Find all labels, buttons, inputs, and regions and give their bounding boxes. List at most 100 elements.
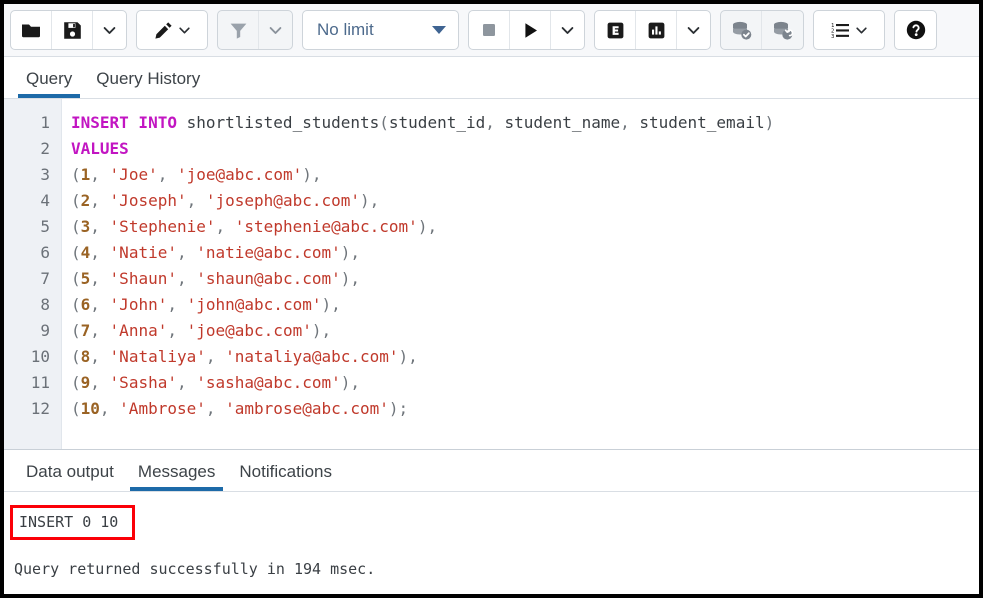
code-token-str: 'John' bbox=[110, 295, 168, 314]
code-token-str: 'Natie' bbox=[110, 243, 177, 262]
list-ordered-icon: 1 2 3 bbox=[830, 20, 851, 41]
code-token-pun: ), bbox=[341, 243, 360, 262]
code-token-pun: ( bbox=[71, 191, 81, 210]
code-line: (4, 'Natie', 'natie@abc.com'), bbox=[71, 240, 979, 266]
folder-icon bbox=[20, 19, 42, 41]
play-triangle-icon bbox=[520, 20, 541, 41]
code-token-str: 'Joseph' bbox=[110, 191, 187, 210]
code-token-str: 'Sasha' bbox=[110, 373, 177, 392]
chevron-down-icon bbox=[854, 23, 869, 38]
code-token-pun: , bbox=[90, 165, 109, 184]
code-token-pun: , bbox=[100, 399, 119, 418]
code-token-pun: , bbox=[90, 373, 109, 392]
filter-options-dropdown[interactable] bbox=[259, 11, 292, 49]
code-token-kw: INSERT INTO bbox=[71, 113, 177, 132]
code-token-pun: , bbox=[90, 347, 109, 366]
line-number: 9 bbox=[4, 318, 61, 344]
question-circle-icon bbox=[905, 19, 927, 41]
code-token-pun: , bbox=[90, 191, 109, 210]
explain-analyze-button[interactable] bbox=[636, 11, 677, 49]
code-token-num: 5 bbox=[81, 269, 91, 288]
code-token-str: 'natie@abc.com' bbox=[196, 243, 341, 262]
query-toolbar: No limit bbox=[4, 4, 979, 57]
commit-button[interactable] bbox=[721, 11, 762, 49]
code-token-pun: ); bbox=[389, 399, 408, 418]
query-panel-tabs: Query Query History bbox=[4, 57, 979, 99]
tab-data-output[interactable]: Data output bbox=[14, 462, 126, 491]
code-token-pun: ), bbox=[312, 321, 331, 340]
row-limit-select[interactable]: No limit bbox=[303, 11, 458, 49]
code-token-str: 'stephenie@abc.com' bbox=[235, 217, 418, 236]
code-token-str: 'joseph@abc.com' bbox=[206, 191, 360, 210]
tab-notifications[interactable]: Notifications bbox=[227, 462, 344, 491]
code-token-pun: , bbox=[177, 373, 196, 392]
code-token-str: 'ambrose@abc.com' bbox=[225, 399, 389, 418]
tab-messages[interactable]: Messages bbox=[126, 462, 227, 491]
funnel-icon bbox=[228, 20, 249, 41]
code-token-num: 1 bbox=[81, 165, 91, 184]
code-token-num: 2 bbox=[81, 191, 91, 210]
chevron-down-icon bbox=[559, 22, 576, 39]
explain-options-dropdown[interactable] bbox=[677, 11, 710, 49]
code-token-pun: ), bbox=[341, 373, 360, 392]
code-token-pun: ) bbox=[765, 113, 775, 132]
triangle-down-icon bbox=[432, 26, 446, 34]
help-button[interactable] bbox=[895, 11, 936, 49]
code-token-pun: ( bbox=[71, 347, 81, 366]
code-token-pun: , bbox=[90, 243, 109, 262]
sql-code-area[interactable]: INSERT INTO shortlisted_students(student… bbox=[62, 99, 979, 449]
svg-text:3: 3 bbox=[831, 34, 834, 40]
chevron-down-icon bbox=[685, 22, 702, 39]
code-token-num: 6 bbox=[81, 295, 91, 314]
code-token-pun: ( bbox=[71, 269, 81, 288]
code-token-pun: ( bbox=[71, 321, 81, 340]
code-token-str: 'joe@abc.com' bbox=[177, 165, 302, 184]
execute-query-button[interactable] bbox=[510, 11, 551, 49]
rollback-button[interactable] bbox=[762, 11, 803, 49]
code-token-pun: ( bbox=[71, 165, 81, 184]
code-token-pun: ( bbox=[71, 217, 81, 236]
chevron-down-icon bbox=[177, 23, 192, 38]
line-number: 2 bbox=[4, 136, 61, 162]
code-token-str: 'Ambrose' bbox=[119, 399, 206, 418]
stop-square-icon bbox=[479, 20, 499, 40]
code-token-str: 'shaun@abc.com' bbox=[196, 269, 341, 288]
code-token-str: 'john@abc.com' bbox=[187, 295, 322, 314]
code-line: (1, 'Joe', 'joe@abc.com'), bbox=[71, 162, 979, 188]
code-token-str: 'sasha@abc.com' bbox=[196, 373, 341, 392]
code-token-pun: ), bbox=[321, 295, 340, 314]
code-token-pun: ), bbox=[302, 165, 321, 184]
tab-query[interactable]: Query bbox=[14, 69, 84, 98]
stop-query-button[interactable] bbox=[469, 11, 510, 49]
explain-button[interactable] bbox=[595, 11, 636, 49]
floppy-disk-icon bbox=[62, 20, 83, 41]
row-limit-group: No limit bbox=[302, 10, 459, 50]
execute-options-dropdown[interactable] bbox=[551, 11, 584, 49]
tab-query-history-label: Query History bbox=[96, 69, 200, 88]
macros-button[interactable]: 1 2 3 bbox=[814, 11, 884, 49]
code-line: (2, 'Joseph', 'joseph@abc.com'), bbox=[71, 188, 979, 214]
tab-notifications-label: Notifications bbox=[239, 462, 332, 481]
code-token-pun: ), bbox=[341, 269, 360, 288]
line-number: 6 bbox=[4, 240, 61, 266]
save-options-dropdown[interactable] bbox=[93, 11, 126, 49]
code-token-pun: , bbox=[167, 295, 186, 314]
code-line: (5, 'Shaun', 'shaun@abc.com'), bbox=[71, 266, 979, 292]
tab-messages-label: Messages bbox=[138, 462, 215, 481]
code-token-pun: ( bbox=[71, 373, 81, 392]
code-token-str: 'nataliya@abc.com' bbox=[225, 347, 398, 366]
code-token-pun: ( bbox=[71, 399, 81, 418]
filter-button[interactable] bbox=[218, 11, 259, 49]
code-token-pun: , bbox=[187, 191, 206, 210]
code-token-num: 9 bbox=[81, 373, 91, 392]
code-token-num: 3 bbox=[81, 217, 91, 236]
tab-query-history[interactable]: Query History bbox=[84, 69, 212, 98]
code-token-id: shortlisted_students bbox=[177, 113, 379, 132]
output-panel-tabs: Data output Messages Notifications bbox=[4, 449, 979, 492]
save-file-button[interactable] bbox=[52, 11, 93, 49]
line-number: 11 bbox=[4, 370, 61, 396]
open-file-button[interactable] bbox=[11, 11, 52, 49]
query-status-text: Query returned successfully in 194 msec. bbox=[14, 558, 979, 580]
sql-editor[interactable]: 123456789101112 INSERT INTO shortlisted_… bbox=[4, 99, 979, 449]
edit-button[interactable] bbox=[137, 11, 207, 49]
